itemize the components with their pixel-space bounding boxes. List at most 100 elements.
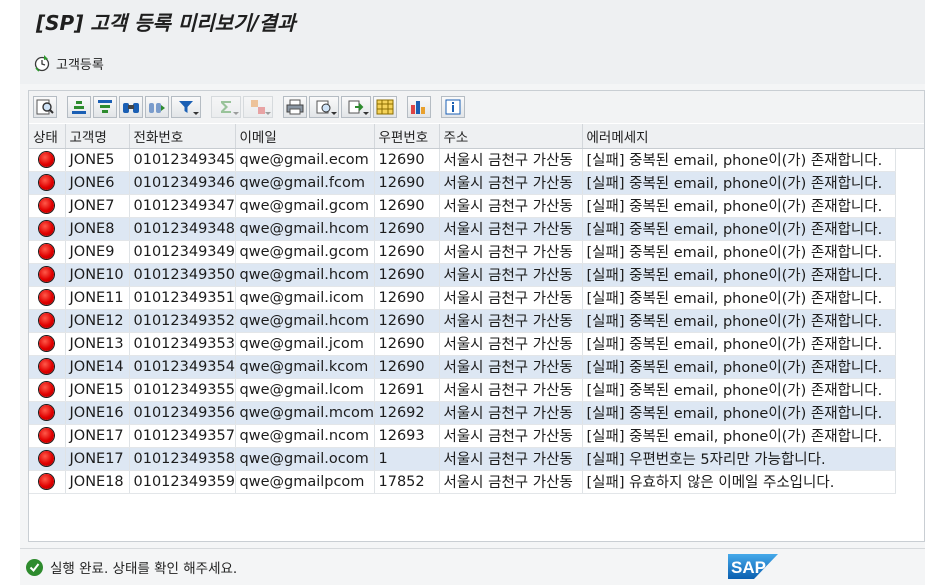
table-row[interactable]: JONE6 01012349346 qwe@gmail.fcom 12690 서울시 금… <box>29 171 896 195</box>
address-cell[interactable]: 서울시 금천구 가산동 <box>439 424 583 448</box>
message-cell[interactable]: [실패] 중복된 email, phone이(가) 존재합니다. <box>582 286 896 310</box>
layout-button[interactable] <box>373 96 397 118</box>
zip-cell[interactable]: 12690 <box>374 332 440 356</box>
email-cell[interactable]: qwe@gmail.hcom <box>235 217 375 241</box>
status-cell[interactable] <box>29 194 66 218</box>
address-cell[interactable]: 서울시 금천구 가산동 <box>439 309 583 333</box>
total-button[interactable] <box>211 96 241 118</box>
address-cell[interactable]: 서울시 금천구 가산동 <box>439 217 583 241</box>
email-cell[interactable]: qwe@gmail.ocom <box>235 447 375 471</box>
email-cell[interactable]: qwe@gmail.kcom <box>235 355 375 379</box>
address-cell[interactable]: 서울시 금천구 가산동 <box>439 378 583 402</box>
status-cell[interactable] <box>29 240 66 264</box>
customer-name-cell[interactable]: JONE15 <box>65 378 130 402</box>
phone-cell[interactable]: 01012349351 <box>129 286 236 310</box>
message-cell[interactable]: [실패] 중복된 email, phone이(가) 존재합니다. <box>582 194 896 218</box>
address-cell[interactable]: 서울시 금천구 가산동 <box>439 263 583 287</box>
customer-name-cell[interactable]: JONE16 <box>65 401 130 425</box>
views-button[interactable] <box>309 96 339 118</box>
table-row[interactable]: JONE18 01012349359 qwe@gmailpcom 17852 서울시 금… <box>29 470 896 494</box>
phone-cell[interactable]: 01012349348 <box>129 217 236 241</box>
status-cell[interactable] <box>29 263 66 287</box>
email-cell[interactable]: qwe@gmail.jcom <box>235 332 375 356</box>
table-row[interactable]: JONE10 01012349350 qwe@gmail.hcom 12690 서울시 … <box>29 263 896 287</box>
status-cell[interactable] <box>29 217 66 241</box>
message-cell[interactable]: [실패] 중복된 email, phone이(가) 존재합니다. <box>582 240 896 264</box>
column-header-zip[interactable]: 우편번호 <box>374 124 440 149</box>
email-cell[interactable]: qwe@gmail.lcom <box>235 378 375 402</box>
address-cell[interactable]: 서울시 금천구 가산동 <box>439 194 583 218</box>
email-cell[interactable]: qwe@gmail.ecom <box>235 148 375 172</box>
message-cell[interactable]: [실패] 중복된 email, phone이(가) 존재합니다. <box>582 309 896 333</box>
status-cell[interactable] <box>29 286 66 310</box>
customer-name-cell[interactable]: JONE9 <box>65 240 130 264</box>
table-row[interactable]: JONE13 01012349353 qwe@gmail.jcom 12690 서울시 … <box>29 332 896 356</box>
customer-name-cell[interactable]: JONE10 <box>65 263 130 287</box>
phone-cell[interactable]: 01012349359 <box>129 470 236 494</box>
phone-cell[interactable]: 01012349349 <box>129 240 236 264</box>
customer-name-cell[interactable]: JONE14 <box>65 355 130 379</box>
table-row[interactable]: JONE17 01012349358 qwe@gmail.ocom 1 서울시 금천구 … <box>29 447 896 471</box>
graphic-button[interactable] <box>407 96 431 118</box>
message-cell[interactable]: [실패] 중복된 email, phone이(가) 존재합니다. <box>582 332 896 356</box>
phone-cell[interactable]: 01012349346 <box>129 171 236 195</box>
zip-cell[interactable]: 12692 <box>374 401 440 425</box>
customer-name-cell[interactable]: JONE11 <box>65 286 130 310</box>
customer-name-cell[interactable]: JONE17 <box>65 424 130 448</box>
details-button[interactable] <box>33 96 57 118</box>
address-cell[interactable]: 서울시 금천구 가산동 <box>439 286 583 310</box>
zip-cell[interactable]: 1 <box>374 447 440 471</box>
column-header-address[interactable]: 주소 <box>439 124 583 149</box>
message-cell[interactable]: [실패] 유효하지 않은 이메일 주소입니다. <box>582 470 896 494</box>
table-row[interactable]: JONE12 01012349352 qwe@gmail.hcom 12690 서울시 … <box>29 309 896 333</box>
zip-cell[interactable]: 12690 <box>374 194 440 218</box>
status-cell[interactable] <box>29 401 66 425</box>
register-customer-button[interactable]: 고객등록 <box>32 50 106 76</box>
sort-descending-button[interactable] <box>93 96 117 118</box>
email-cell[interactable]: qwe@gmail.icom <box>235 286 375 310</box>
table-row[interactable]: JONE14 01012349354 qwe@gmail.kcom 12690 서울시 … <box>29 355 896 379</box>
customer-name-cell[interactable]: JONE18 <box>65 470 130 494</box>
customer-name-cell[interactable]: JONE13 <box>65 332 130 356</box>
table-row[interactable]: JONE9 01012349349 qwe@gmail.gcom 12690 서울시 금… <box>29 240 896 264</box>
table-row[interactable]: JONE15 01012349355 qwe@gmail.lcom 12691 서울시 … <box>29 378 896 402</box>
address-cell[interactable]: 서울시 금천구 가산동 <box>439 447 583 471</box>
information-button[interactable] <box>441 96 465 118</box>
zip-cell[interactable]: 12693 <box>374 424 440 448</box>
address-cell[interactable]: 서울시 금천구 가산동 <box>439 470 583 494</box>
zip-cell[interactable]: 12690 <box>374 309 440 333</box>
column-header-email[interactable]: 이메일 <box>235 124 375 149</box>
phone-cell[interactable]: 01012349353 <box>129 332 236 356</box>
zip-cell[interactable]: 12690 <box>374 286 440 310</box>
customer-name-cell[interactable]: JONE8 <box>65 217 130 241</box>
status-cell[interactable] <box>29 148 66 172</box>
find-next-button[interactable] <box>145 96 169 118</box>
zip-cell[interactable]: 12690 <box>374 217 440 241</box>
email-cell[interactable]: qwe@gmail.gcom <box>235 194 375 218</box>
status-cell[interactable] <box>29 378 66 402</box>
zip-cell[interactable]: 12690 <box>374 355 440 379</box>
message-cell[interactable]: [실패] 중복된 email, phone이(가) 존재합니다. <box>582 171 896 195</box>
message-cell[interactable]: [실패] 중복된 email, phone이(가) 존재합니다. <box>582 217 896 241</box>
message-cell[interactable]: [실패] 중복된 email, phone이(가) 존재합니다. <box>582 263 896 287</box>
phone-cell[interactable]: 01012349347 <box>129 194 236 218</box>
status-cell[interactable] <box>29 424 66 448</box>
phone-cell[interactable]: 01012349352 <box>129 309 236 333</box>
email-cell[interactable]: qwe@gmail.hcom <box>235 309 375 333</box>
table-row[interactable]: JONE8 01012349348 qwe@gmail.hcom 12690 서울시 금… <box>29 217 896 241</box>
status-cell[interactable] <box>29 355 66 379</box>
print-button[interactable] <box>283 96 307 118</box>
zip-cell[interactable]: 12690 <box>374 148 440 172</box>
phone-cell[interactable]: 01012349350 <box>129 263 236 287</box>
column-header-phone[interactable]: 전화번호 <box>129 124 236 149</box>
message-cell[interactable]: [실패] 중복된 email, phone이(가) 존재합니다. <box>582 378 896 402</box>
table-row[interactable]: JONE5 01012349345 qwe@gmail.ecom 12690 서울시 금… <box>29 148 896 172</box>
email-cell[interactable]: qwe@gmail.mcom <box>235 401 375 425</box>
phone-cell[interactable]: 01012349356 <box>129 401 236 425</box>
zip-cell[interactable]: 17852 <box>374 470 440 494</box>
address-cell[interactable]: 서울시 금천구 가산동 <box>439 171 583 195</box>
export-button[interactable] <box>341 96 371 118</box>
status-cell[interactable] <box>29 171 66 195</box>
email-cell[interactable]: qwe@gmail.hcom <box>235 263 375 287</box>
address-cell[interactable]: 서울시 금천구 가산동 <box>439 401 583 425</box>
